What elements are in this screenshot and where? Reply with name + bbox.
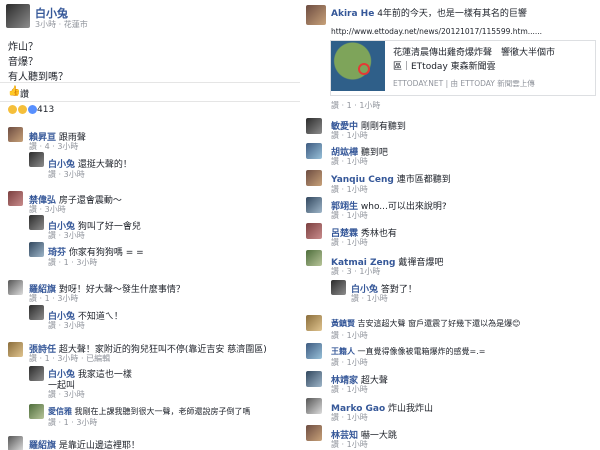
- comment-avatar[interactable]: [8, 436, 23, 450]
- comment-text: 炸山我炸山: [388, 404, 434, 414]
- comment-meta: 讚 · 1小時: [331, 385, 368, 394]
- comment-meta: 讚 · 1小時: [331, 238, 368, 247]
- post-author-avatar[interactable]: [306, 5, 326, 25]
- reply-text: 還挺大聲的！: [77, 160, 132, 170]
- comment-avatar[interactable]: [306, 223, 322, 239]
- post-divider-bottom: [0, 101, 300, 102]
- post-header-text: 4年前的今天，也是一樣有其名的巨響: [377, 9, 527, 19]
- comment-meta: 讚 · 1小時: [331, 157, 368, 166]
- reply-meta: 讚 · 1 · 3小時: [48, 418, 98, 427]
- comment-meta: 讚 · 1小時: [331, 440, 368, 449]
- link-preview[interactable]: 花蓮清晨傳出雞奇爆炸聲 響徹大半個市 區｜ETtoday 東森新聞雲 ETTOD…: [330, 40, 596, 96]
- comment-author[interactable]: 羅紹旗: [29, 441, 56, 450]
- comment-meta: 讚 · 3小時: [29, 205, 66, 214]
- preview-title-2: 區｜ETtoday 東森新聞雲: [393, 62, 496, 72]
- comment-meta: 讚 · 1 · 3小時 · 已編輯: [29, 354, 111, 363]
- comment-text: 是靠近山邊這裡耶！: [58, 441, 140, 450]
- like-icon[interactable]: 👍: [8, 86, 20, 97]
- post-author-name[interactable]: Akira He: [331, 9, 374, 19]
- comment-text: 一直覺得像像被電箱爆炸的感覺=.=: [357, 347, 486, 356]
- comment-avatar[interactable]: [8, 342, 23, 357]
- reaction-icons: [8, 105, 38, 116]
- reply-avatar[interactable]: [331, 280, 346, 295]
- comment-meta: 讚 · 1小時: [331, 211, 368, 220]
- comment-row: 羅紹旗 是靠近山邊這裡耶！: [29, 438, 140, 450]
- comment-avatar[interactable]: [306, 398, 322, 414]
- right-post-column: Akira He 4年前的今天，也是一樣有其名的巨響 http://www.et…: [300, 0, 600, 450]
- reply-row: 愛信雅 我剛在上課我聽到很大一聲，老師還說房子倒了嗎: [48, 406, 251, 417]
- reply-meta: 讚 · 1小時: [351, 294, 388, 303]
- comment-author[interactable]: 王籍人: [331, 347, 355, 356]
- comment-avatar[interactable]: [306, 118, 322, 134]
- comment-avatar[interactable]: [8, 280, 23, 295]
- comment-meta: 讚 · 3 · 1小時: [331, 267, 381, 276]
- comment-text: 戴禪音爆吧: [398, 258, 444, 268]
- comment-text: 房子還會震動～: [58, 196, 122, 206]
- comment-avatar[interactable]: [306, 250, 322, 266]
- comment-avatar[interactable]: [306, 425, 322, 441]
- reply-author[interactable]: 愛信雅: [48, 407, 72, 416]
- comment-row: 王籍人 一直覺得像像被電箱爆炸的感覺=.=: [331, 346, 486, 357]
- post-meta: 讚 · 1 · 1小時: [331, 101, 381, 110]
- reply-text: 我家這也一樣: [77, 370, 132, 380]
- comment-meta: 讚 · 1小時: [331, 185, 368, 194]
- like-reaction-icon: [28, 105, 37, 114]
- wow-reaction-icon: [8, 105, 17, 114]
- reply-avatar[interactable]: [29, 242, 44, 257]
- comment-avatar[interactable]: [306, 315, 322, 331]
- comment-text: who...可以出來說明?: [360, 202, 447, 212]
- haha-reaction-icon: [18, 105, 27, 114]
- reply-avatar[interactable]: [29, 404, 44, 419]
- reply-avatar[interactable]: [29, 152, 44, 167]
- map-pin-icon: [358, 63, 370, 75]
- post-header: Akira He 4年前的今天，也是一樣有其名的巨響: [331, 6, 527, 19]
- reaction-count[interactable]: 413: [37, 105, 54, 115]
- comment-text: 連市區都聽到: [396, 175, 451, 185]
- left-post-column: 白小兔 3小時 · 花蓮市 炸山？ 音爆？ 有人聽到嗎？ 👍 讚 413 賴昇亘…: [0, 0, 300, 450]
- comment-row: 黃鎮賢 吉安這超大聲 窗戶還震了好幾下還以為是爆😊: [331, 318, 520, 329]
- comment-meta: 讚 · 1小時: [331, 358, 368, 367]
- comment-meta: 讚 · 1小時: [331, 131, 368, 140]
- like-label[interactable]: 讚: [20, 87, 29, 100]
- comment-meta: 讚 · 4 · 3小時: [29, 142, 79, 151]
- preview-source: ETTODAY.NET | 由 ETTODAY 新聞雲上傳: [393, 79, 535, 88]
- reply-avatar[interactable]: [29, 215, 44, 230]
- post-meta: 3小時 · 花蓮市: [35, 20, 88, 29]
- comment-meta: 讚 · 1小時: [331, 413, 368, 422]
- reply-avatar[interactable]: [29, 305, 44, 320]
- comment-avatar[interactable]: [306, 170, 322, 186]
- comment-author[interactable]: 黃鎮賢: [331, 319, 355, 328]
- preview-title-1: 花蓮清晨傳出雞奇爆炸聲 響徹大半個市: [393, 48, 556, 58]
- reply-meta: 讚 · 1 · 3小時: [48, 258, 98, 267]
- reply-meta: 讚 · 3小時: [48, 231, 85, 240]
- reply-text: 狗叫了好一會兒: [77, 222, 141, 232]
- comment-avatar[interactable]: [306, 197, 322, 213]
- reply-meta: 讚 · 3小時: [48, 321, 85, 330]
- comment-avatar[interactable]: [306, 143, 322, 159]
- comment-avatar[interactable]: [8, 191, 23, 206]
- post-line-1: 炸山？: [8, 42, 38, 53]
- post-line-2: 音爆？: [8, 57, 38, 68]
- post-url[interactable]: http://www.ettoday.net/news/20121017/115…: [331, 27, 542, 36]
- reply-avatar[interactable]: [29, 366, 44, 381]
- map-thumbnail: [331, 41, 385, 91]
- comment-avatar[interactable]: [306, 371, 322, 387]
- comment-meta: 讚 · 1 · 3小時: [29, 294, 79, 303]
- reply-meta: 讚 · 3小時: [48, 390, 85, 399]
- post-divider-top: [0, 82, 300, 83]
- comment-meta: 讚 · 1小時: [331, 331, 368, 340]
- post-author-avatar[interactable]: [6, 4, 30, 28]
- comment-avatar[interactable]: [306, 343, 322, 359]
- reply-text: 我剛在上課我聽到很大一聲，老師還說房子倒了嗎: [74, 407, 251, 416]
- comment-avatar[interactable]: [8, 127, 23, 142]
- comment-text: 吉安這超大聲 窗戶還震了好幾下還以為是爆😊: [357, 319, 521, 328]
- reply-meta: 讚 · 3小時: [48, 170, 85, 179]
- post-line-3: 有人聽到嗎？: [8, 72, 68, 83]
